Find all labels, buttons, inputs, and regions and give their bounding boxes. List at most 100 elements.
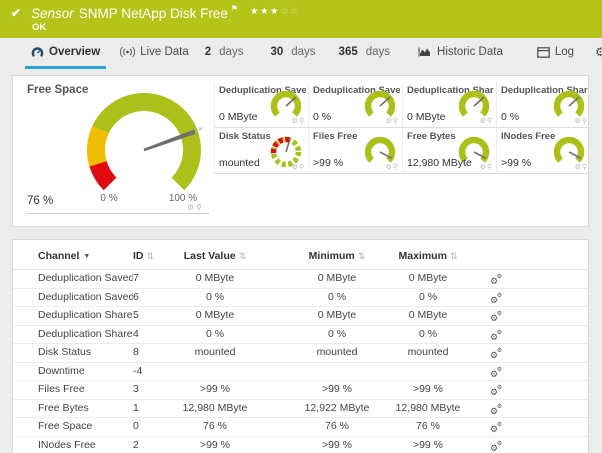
tab-log[interactable]: Log (531, 38, 580, 69)
pin-icon[interactable]: ⚲ (299, 118, 305, 125)
free-space-gauge: ✕ (81, 88, 207, 210)
cell-minimum: 0 MByte (282, 270, 392, 288)
priority-stars[interactable]: ★★★☆☆ (250, 6, 300, 17)
pin-icon[interactable]: ⚲ (487, 164, 493, 171)
cell-minimum: 76 % (282, 418, 392, 436)
cell-minimum: >99 % (282, 437, 392, 453)
tab-overview[interactable]: Overview (25, 38, 106, 69)
tab-historic-data[interactable]: Historic Data (412, 38, 509, 69)
channel-settings-icon[interactable]: ⚙⚙ (490, 370, 498, 379)
cell-maximum: 12,980 MByte (392, 400, 464, 418)
table-row[interactable]: Files Free3>99 %>99 %>99 %⚙⚙ (13, 381, 588, 400)
page-title: SNMP NetApp Disk Free (79, 6, 228, 21)
prtg-sensor-page: ✔ SensorSNMP NetApp Disk Free⚑★★★☆☆ OK O… (0, 0, 602, 453)
cell-id: 7 (133, 270, 173, 288)
table-row[interactable]: Disk Status8mountedmountedmounted⚙⚙ (13, 344, 588, 363)
sort-desc-icon: ▼ (83, 253, 90, 260)
cell-channel: Free Space (38, 418, 133, 436)
pin-icon[interactable]: ⚲ (393, 164, 399, 171)
cell-minimum: 0 MByte (282, 307, 392, 325)
channel-settings-icon[interactable]: ⚙⚙ (490, 425, 498, 434)
tab-30-days[interactable]: 30days (264, 38, 321, 69)
table-row[interactable]: INodes Free2>99 %>99 %>99 %⚙⚙ (13, 437, 588, 453)
gauge-title: INodes Free (501, 131, 555, 142)
status-badge: OK (32, 22, 46, 33)
gear-icon[interactable]: ⚙ (480, 164, 487, 171)
channel-gauge-cell[interactable]: INodes Free>99 %⚙⚲ (497, 128, 591, 174)
cell-minimum: 0 % (282, 326, 392, 344)
cell-maximum: >99 % (392, 381, 464, 399)
pin-icon[interactable]: ⚲ (196, 203, 204, 212)
cell-minimum: >99 % (282, 381, 392, 399)
channel-settings-icon[interactable]: ⚙⚙ (490, 388, 498, 397)
cell-last-value: 76 % (173, 418, 257, 436)
channel-settings-icon[interactable]: ⚙⚙ (490, 351, 498, 360)
table-row[interactable]: Downtime-4⚙⚙ (13, 363, 588, 382)
cell-maximum: 0 % (392, 326, 464, 344)
column-header-last-value[interactable]: Last Value⇅ (173, 250, 257, 269)
cell-id: 2 (133, 437, 173, 453)
table-row[interactable]: Deduplication Saved Sp...60 %0 %0 %⚙⚙ (13, 289, 588, 308)
cell-id: 4 (133, 326, 173, 344)
channel-settings-icon[interactable]: ⚙⚙ (490, 277, 498, 286)
channel-gauge-cell[interactable]: Deduplication Saved S...0 MByte⚙⚲ (215, 82, 309, 128)
gear-icon[interactable]: ⚙ (386, 118, 393, 125)
tab-settings[interactable]: ⚙ Settings (589, 38, 602, 69)
gauge-title: Disk Status (219, 131, 271, 142)
gear-icon[interactable]: ⚙ (292, 164, 299, 171)
tab-2-days[interactable]: 2days (199, 38, 250, 69)
gear-icon[interactable]: ⚙ (386, 164, 393, 171)
table-row[interactable]: Deduplication Shared S...50 MByte0 MByte… (13, 307, 588, 326)
gauge-min-label: 0 % (95, 193, 123, 204)
cell-channel: Deduplication Saved Sp... (38, 270, 133, 288)
gauge-value: 0 MByte (407, 111, 446, 123)
cell-id: 0 (133, 418, 173, 436)
table-row[interactable]: Free Bytes112,980 MByte12,922 MByte12,98… (13, 400, 588, 419)
pin-icon[interactable]: ⚲ (393, 118, 399, 125)
gear-icon[interactable]: ⚙ (575, 164, 582, 171)
column-header-maximum[interactable]: Maximum⇅ (392, 250, 464, 269)
cell-channel: Files Free (38, 381, 133, 399)
sort-icon: ⇅ (358, 251, 366, 261)
column-header-channel[interactable]: Channel▼ (38, 250, 133, 269)
table-body: Deduplication Saved Sp...7 0 MByte 0 MByte… (13, 269, 588, 453)
gauges-panel: Free Space ✕ 0 % 100 % 76 % ⚙⚲ Deduplica… (12, 75, 589, 227)
channel-settings-icon[interactable]: ⚙⚙ (490, 296, 498, 305)
channel-settings-icon[interactable]: ⚙⚙ (490, 314, 498, 323)
tab-365-days[interactable]: 365days (333, 38, 396, 69)
sensor-title-line: SensorSNMP NetApp Disk Free⚑★★★☆☆ (31, 4, 300, 21)
table-row[interactable]: Free Space076 %76 %76 %⚙⚙ (13, 418, 588, 437)
gear-icon[interactable]: ⚙ (187, 203, 196, 212)
channel-gauge-cell[interactable]: Deduplication Shared ...0 MByte⚙⚲ (403, 82, 497, 128)
gear-icon[interactable]: ⚙ (292, 118, 299, 125)
channel-gauge-cell[interactable]: Deduplication Saved S...0 %⚙⚲ (309, 82, 403, 128)
cell-id: 6 (133, 289, 173, 307)
channel-settings-icon[interactable]: ⚙⚙ (490, 333, 498, 342)
channel-gauge-cell[interactable]: Free Bytes12,980 MByte⚙⚲ (403, 128, 497, 174)
svg-text:✕: ✕ (198, 127, 203, 133)
pin-icon[interactable]: ⚲ (582, 118, 588, 125)
flag-icon[interactable]: ⚑ (231, 4, 238, 13)
table-row[interactable]: Deduplication Shared S...40 %0 %0 %⚙⚙ (13, 326, 588, 345)
channel-settings-icon[interactable]: ⚙⚙ (490, 444, 498, 453)
gear-icon[interactable]: ⚙ (480, 118, 487, 125)
channel-settings-icon[interactable]: ⚙⚙ (490, 407, 498, 416)
tab-live-data[interactable]: Live Data (114, 38, 195, 69)
primary-channel-gauge[interactable]: Free Space ✕ 0 % 100 % 76 % ⚙⚲ (13, 76, 214, 226)
table-row[interactable]: Deduplication Saved Sp...70 MByte0 MByte… (13, 269, 588, 289)
gauge-value: mounted (219, 157, 260, 169)
pin-icon[interactable]: ⚲ (582, 164, 588, 171)
gear-icon[interactable]: ⚙ (575, 118, 582, 125)
cell-maximum: >99 % (392, 437, 464, 453)
cell-channel: Deduplication Shared S... (38, 307, 133, 325)
pin-icon[interactable]: ⚲ (487, 118, 493, 125)
live-data-icon (120, 46, 135, 58)
channel-gauge-cell[interactable]: Files Free>99 %⚙⚲ (309, 128, 403, 174)
column-header-minimum[interactable]: Minimum⇅ (282, 250, 392, 269)
pin-icon[interactable]: ⚲ (299, 164, 305, 171)
cell-id: 5 (133, 307, 173, 325)
channel-gauge-cell[interactable]: Disk Status mounted ⚙⚲ (215, 128, 309, 174)
cell-last-value: 0 % (173, 326, 257, 344)
channel-gauge-cell[interactable]: Deduplication Shared ...0 %⚙⚲ (497, 82, 591, 128)
column-header-id[interactable]: ID⇅ (133, 250, 173, 269)
